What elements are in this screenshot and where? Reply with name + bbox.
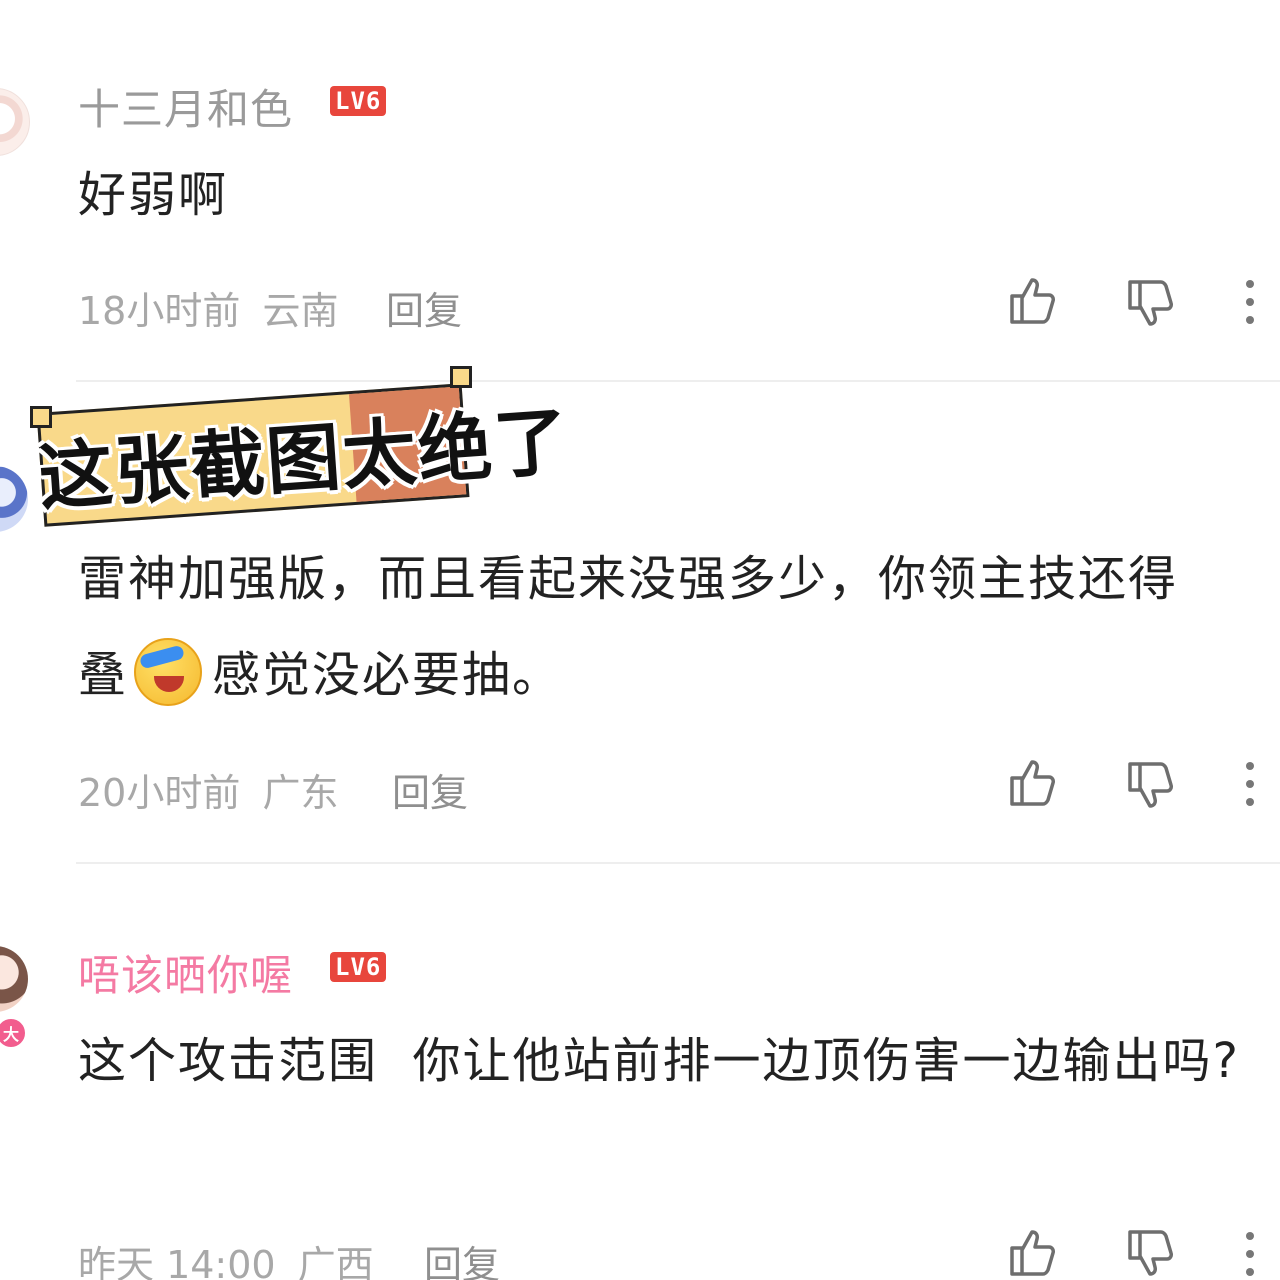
more-vertical-icon[interactable] xyxy=(1222,1226,1278,1280)
comment-time: 18小时前 xyxy=(78,289,241,333)
comment-location: 广东 xyxy=(262,771,339,815)
more-vertical-icon[interactable] xyxy=(1222,274,1278,330)
avatar-badge: 大 xyxy=(0,1016,28,1050)
username[interactable]: 十三月和色 xyxy=(78,76,293,137)
avatar[interactable] xyxy=(0,88,30,156)
comment-text: 好弱啊 xyxy=(78,167,229,223)
comment-time: 昨天 14:00 xyxy=(78,1243,276,1280)
comment-text-part: 叠 xyxy=(78,647,129,703)
comment-meta: 18小时前 云南 xyxy=(78,280,338,335)
level-badge: LV6 xyxy=(330,86,387,116)
caption-text: 这张截图太绝了 xyxy=(36,398,573,522)
comment-text-line1: 雷神加强版，而且看起来没强多少，你领主技还得 xyxy=(78,551,1179,607)
thumbs-down-icon[interactable] xyxy=(1122,1226,1178,1280)
comment-text: 这个攻击范围 你让他站前排一边顶伤害一边输出吗? xyxy=(78,1033,1240,1089)
reply-button[interactable]: 回复 xyxy=(386,280,462,335)
thumbs-down-icon[interactable] xyxy=(1122,276,1178,332)
more-vertical-icon[interactable] xyxy=(1222,756,1278,812)
thumbs-up-icon[interactable] xyxy=(1004,272,1060,328)
comment-time: 20小时前 xyxy=(78,771,241,815)
avatar[interactable] xyxy=(0,466,28,532)
comment-text-part: 感觉没必要抽。 xyxy=(212,647,563,703)
username[interactable]: 唔该晒你喔 xyxy=(78,942,293,1003)
avatar[interactable] xyxy=(0,946,28,1012)
resize-handle[interactable] xyxy=(450,366,472,388)
reply-button[interactable]: 回复 xyxy=(392,762,468,817)
comment-meta: 昨天 14:00 广西 xyxy=(78,1234,374,1280)
thumbs-up-icon[interactable] xyxy=(1004,754,1060,810)
divider xyxy=(76,862,1280,864)
thumbs-up-icon[interactable] xyxy=(1004,1224,1060,1280)
laughing-crying-emoji-icon xyxy=(134,638,203,706)
comment-location: 云南 xyxy=(262,289,339,333)
caption-sticker: 这张截图太绝了 xyxy=(30,366,590,540)
comment-text-line2: 叠 感觉没必要抽。 xyxy=(78,628,1268,723)
comment-meta: 20小时前 广东 xyxy=(78,762,338,817)
comment-location: 广西 xyxy=(297,1243,374,1280)
reply-button[interactable]: 回复 xyxy=(424,1234,500,1280)
level-badge: LV6 xyxy=(330,952,387,982)
thumbs-down-icon[interactable] xyxy=(1122,758,1178,814)
